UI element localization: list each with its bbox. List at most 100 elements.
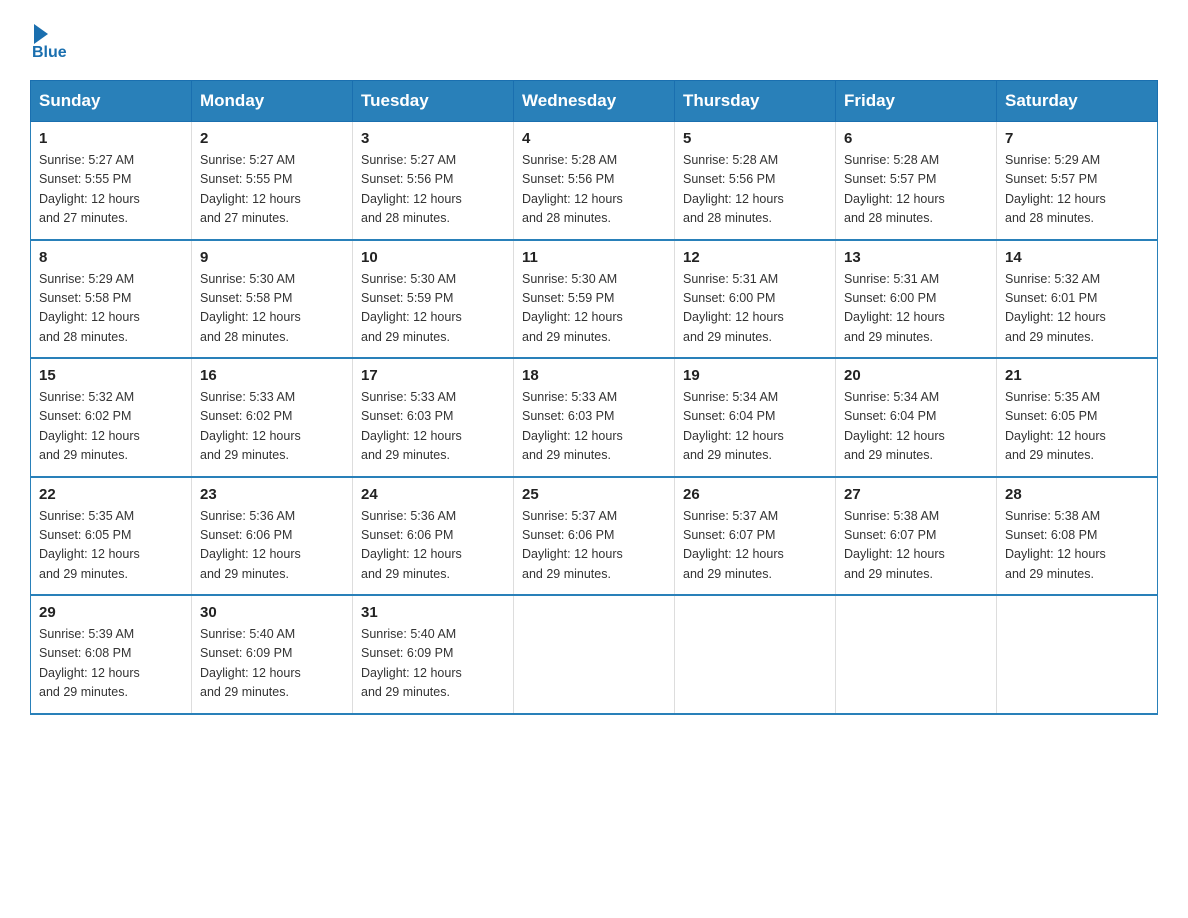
calendar-cell: 25 Sunrise: 5:37 AMSunset: 6:06 PMDayligh… [514,477,675,596]
day-number: 17 [361,367,505,384]
calendar-cell: 29Sunrise: 5:39 AMSunset: 6:08 PMDayligh… [31,595,192,714]
day-info: Sunrise: 5:34 AMSunset: 6:04 PMDaylight:… [683,388,827,466]
calendar-cell: 5Sunrise: 5:28 AMSunset: 5:56 PMDaylight… [675,122,836,240]
calendar-cell: 31 Sunrise: 5:40 AMSunset: 6:09 PMDayligh… [353,595,514,714]
day-info: Sunrise: 5:28 AMSunset: 5:56 PMDaylight:… [522,151,666,229]
day-info: Sunrise: 5:27 AMSunset: 5:55 PMDaylight:… [39,151,183,229]
day-info: Sunrise: 5:33 AMSunset: 6:03 PMDaylight:… [361,388,505,466]
calendar-cell: 8 Sunrise: 5:29 AMSunset: 5:58 PMDaylight… [31,240,192,359]
day-info: Sunrise: 5:40 AMSunset: 6:09 PMDaylight:… [361,625,505,703]
calendar-cell: 20 Sunrise: 5:34 AMSunset: 6:04 PMDayligh… [836,358,997,477]
calendar-cell: 10 Sunrise: 5:30 AMSunset: 5:59 PMDayligh… [353,240,514,359]
day-number: 30 [200,604,344,621]
day-number: 3 [361,130,505,147]
day-info: Sunrise: 5:28 AMSunset: 5:57 PMDaylight:… [844,151,988,229]
calendar-cell: 4 Sunrise: 5:28 AMSunset: 5:56 PMDaylight… [514,122,675,240]
day-info: Sunrise: 5:34 AMSunset: 6:04 PMDaylight:… [844,388,988,466]
calendar-cell: 11Sunrise: 5:30 AMSunset: 5:59 PMDayligh… [514,240,675,359]
day-info: Sunrise: 5:33 AMSunset: 6:03 PMDaylight:… [522,388,666,466]
day-info: Sunrise: 5:33 AMSunset: 6:02 PMDaylight:… [200,388,344,466]
calendar-cell: 7 Sunrise: 5:29 AMSunset: 5:57 PMDaylight… [997,122,1158,240]
day-number: 19 [683,367,827,384]
day-number: 25 [522,486,666,503]
calendar-week-row: 15 Sunrise: 5:32 AMSunset: 6:02 PMDayligh… [31,358,1158,477]
calendar-cell: 12 Sunrise: 5:31 AMSunset: 6:00 PMDayligh… [675,240,836,359]
day-info: Sunrise: 5:30 AMSunset: 5:59 PMDaylight:… [522,270,666,348]
day-number: 8 [39,249,183,266]
day-info: Sunrise: 5:37 AMSunset: 6:06 PMDaylight:… [522,507,666,585]
day-info: Sunrise: 5:36 AMSunset: 6:06 PMDaylight:… [200,507,344,585]
calendar-week-row: 8 Sunrise: 5:29 AMSunset: 5:58 PMDaylight… [31,240,1158,359]
calendar-cell: 3 Sunrise: 5:27 AMSunset: 5:56 PMDaylight… [353,122,514,240]
calendar-cell: 30 Sunrise: 5:40 AMSunset: 6:09 PMDayligh… [192,595,353,714]
day-info: Sunrise: 5:31 AMSunset: 6:00 PMDaylight:… [683,270,827,348]
calendar-cell: 19 Sunrise: 5:34 AMSunset: 6:04 PMDayligh… [675,358,836,477]
header-thursday: Thursday [675,81,836,122]
calendar-cell: 15 Sunrise: 5:32 AMSunset: 6:02 PMDayligh… [31,358,192,477]
day-number: 9 [200,249,344,266]
calendar-cell: 22Sunrise: 5:35 AMSunset: 6:05 PMDayligh… [31,477,192,596]
calendar-cell: 6 Sunrise: 5:28 AMSunset: 5:57 PMDaylight… [836,122,997,240]
calendar-cell [675,595,836,714]
calendar-cell: 27 Sunrise: 5:38 AMSunset: 6:07 PMDayligh… [836,477,997,596]
day-info: Sunrise: 5:27 AMSunset: 5:56 PMDaylight:… [361,151,505,229]
day-number: 31 [361,604,505,621]
calendar-cell: 17 Sunrise: 5:33 AMSunset: 6:03 PMDayligh… [353,358,514,477]
day-info: Sunrise: 5:37 AMSunset: 6:07 PMDaylight:… [683,507,827,585]
header-sunday: Sunday [31,81,192,122]
day-number: 7 [1005,130,1149,147]
calendar-cell: 2Sunrise: 5:27 AMSunset: 5:55 PMDaylight… [192,122,353,240]
calendar-cell [514,595,675,714]
calendar-cell: 14Sunrise: 5:32 AMSunset: 6:01 PMDayligh… [997,240,1158,359]
day-info: Sunrise: 5:30 AMSunset: 5:59 PMDaylight:… [361,270,505,348]
header-tuesday: Tuesday [353,81,514,122]
day-info: Sunrise: 5:40 AMSunset: 6:09 PMDaylight:… [200,625,344,703]
calendar-cell: 9 Sunrise: 5:30 AMSunset: 5:58 PMDaylight… [192,240,353,359]
day-info: Sunrise: 5:31 AMSunset: 6:00 PMDaylight:… [844,270,988,348]
day-number: 20 [844,367,988,384]
calendar-cell: 21 Sunrise: 5:35 AMSunset: 6:05 PMDayligh… [997,358,1158,477]
day-info: Sunrise: 5:29 AMSunset: 5:57 PMDaylight:… [1005,151,1149,229]
header-wednesday: Wednesday [514,81,675,122]
calendar-cell [997,595,1158,714]
calendar-cell: 16 Sunrise: 5:33 AMSunset: 6:02 PMDayligh… [192,358,353,477]
calendar-cell: 28 Sunrise: 5:38 AMSunset: 6:08 PMDayligh… [997,477,1158,596]
day-number: 18 [522,367,666,384]
day-info: Sunrise: 5:36 AMSunset: 6:06 PMDaylight:… [361,507,505,585]
day-number: 4 [522,130,666,147]
calendar-cell [836,595,997,714]
day-number: 29 [39,604,183,621]
day-info: Sunrise: 5:35 AMSunset: 6:05 PMDaylight:… [1005,388,1149,466]
day-info: Sunrise: 5:38 AMSunset: 6:07 PMDaylight:… [844,507,988,585]
logo-bottom-text: Blue [32,44,67,62]
day-info: Sunrise: 5:30 AMSunset: 5:58 PMDaylight:… [200,270,344,348]
day-number: 1 [39,130,183,147]
day-number: 26 [683,486,827,503]
calendar-week-row: 29Sunrise: 5:39 AMSunset: 6:08 PMDayligh… [31,595,1158,714]
day-number: 27 [844,486,988,503]
calendar-table: SundayMondayTuesdayWednesdayThursdayFrid… [30,80,1158,715]
header-friday: Friday [836,81,997,122]
calendar-week-row: 1 Sunrise: 5:27 AMSunset: 5:55 PMDaylight… [31,122,1158,240]
day-number: 6 [844,130,988,147]
day-number: 16 [200,367,344,384]
calendar-cell: 24Sunrise: 5:36 AMSunset: 6:06 PMDayligh… [353,477,514,596]
day-number: 23 [200,486,344,503]
day-number: 10 [361,249,505,266]
day-number: 12 [683,249,827,266]
calendar-header-row: SundayMondayTuesdayWednesdayThursdayFrid… [31,81,1158,122]
calendar-cell: 13 Sunrise: 5:31 AMSunset: 6:00 PMDayligh… [836,240,997,359]
day-info: Sunrise: 5:35 AMSunset: 6:05 PMDaylight:… [39,507,183,585]
day-number: 15 [39,367,183,384]
day-info: Sunrise: 5:32 AMSunset: 6:02 PMDaylight:… [39,388,183,466]
calendar-week-row: 22Sunrise: 5:35 AMSunset: 6:05 PMDayligh… [31,477,1158,596]
day-info: Sunrise: 5:38 AMSunset: 6:08 PMDaylight:… [1005,507,1149,585]
logo-arrow-icon [34,24,48,44]
day-info: Sunrise: 5:32 AMSunset: 6:01 PMDaylight:… [1005,270,1149,348]
day-info: Sunrise: 5:29 AMSunset: 5:58 PMDaylight:… [39,270,183,348]
day-number: 13 [844,249,988,266]
page-header: Blue [30,20,1158,62]
day-number: 21 [1005,367,1149,384]
day-number: 28 [1005,486,1149,503]
logo: Blue [30,20,67,62]
